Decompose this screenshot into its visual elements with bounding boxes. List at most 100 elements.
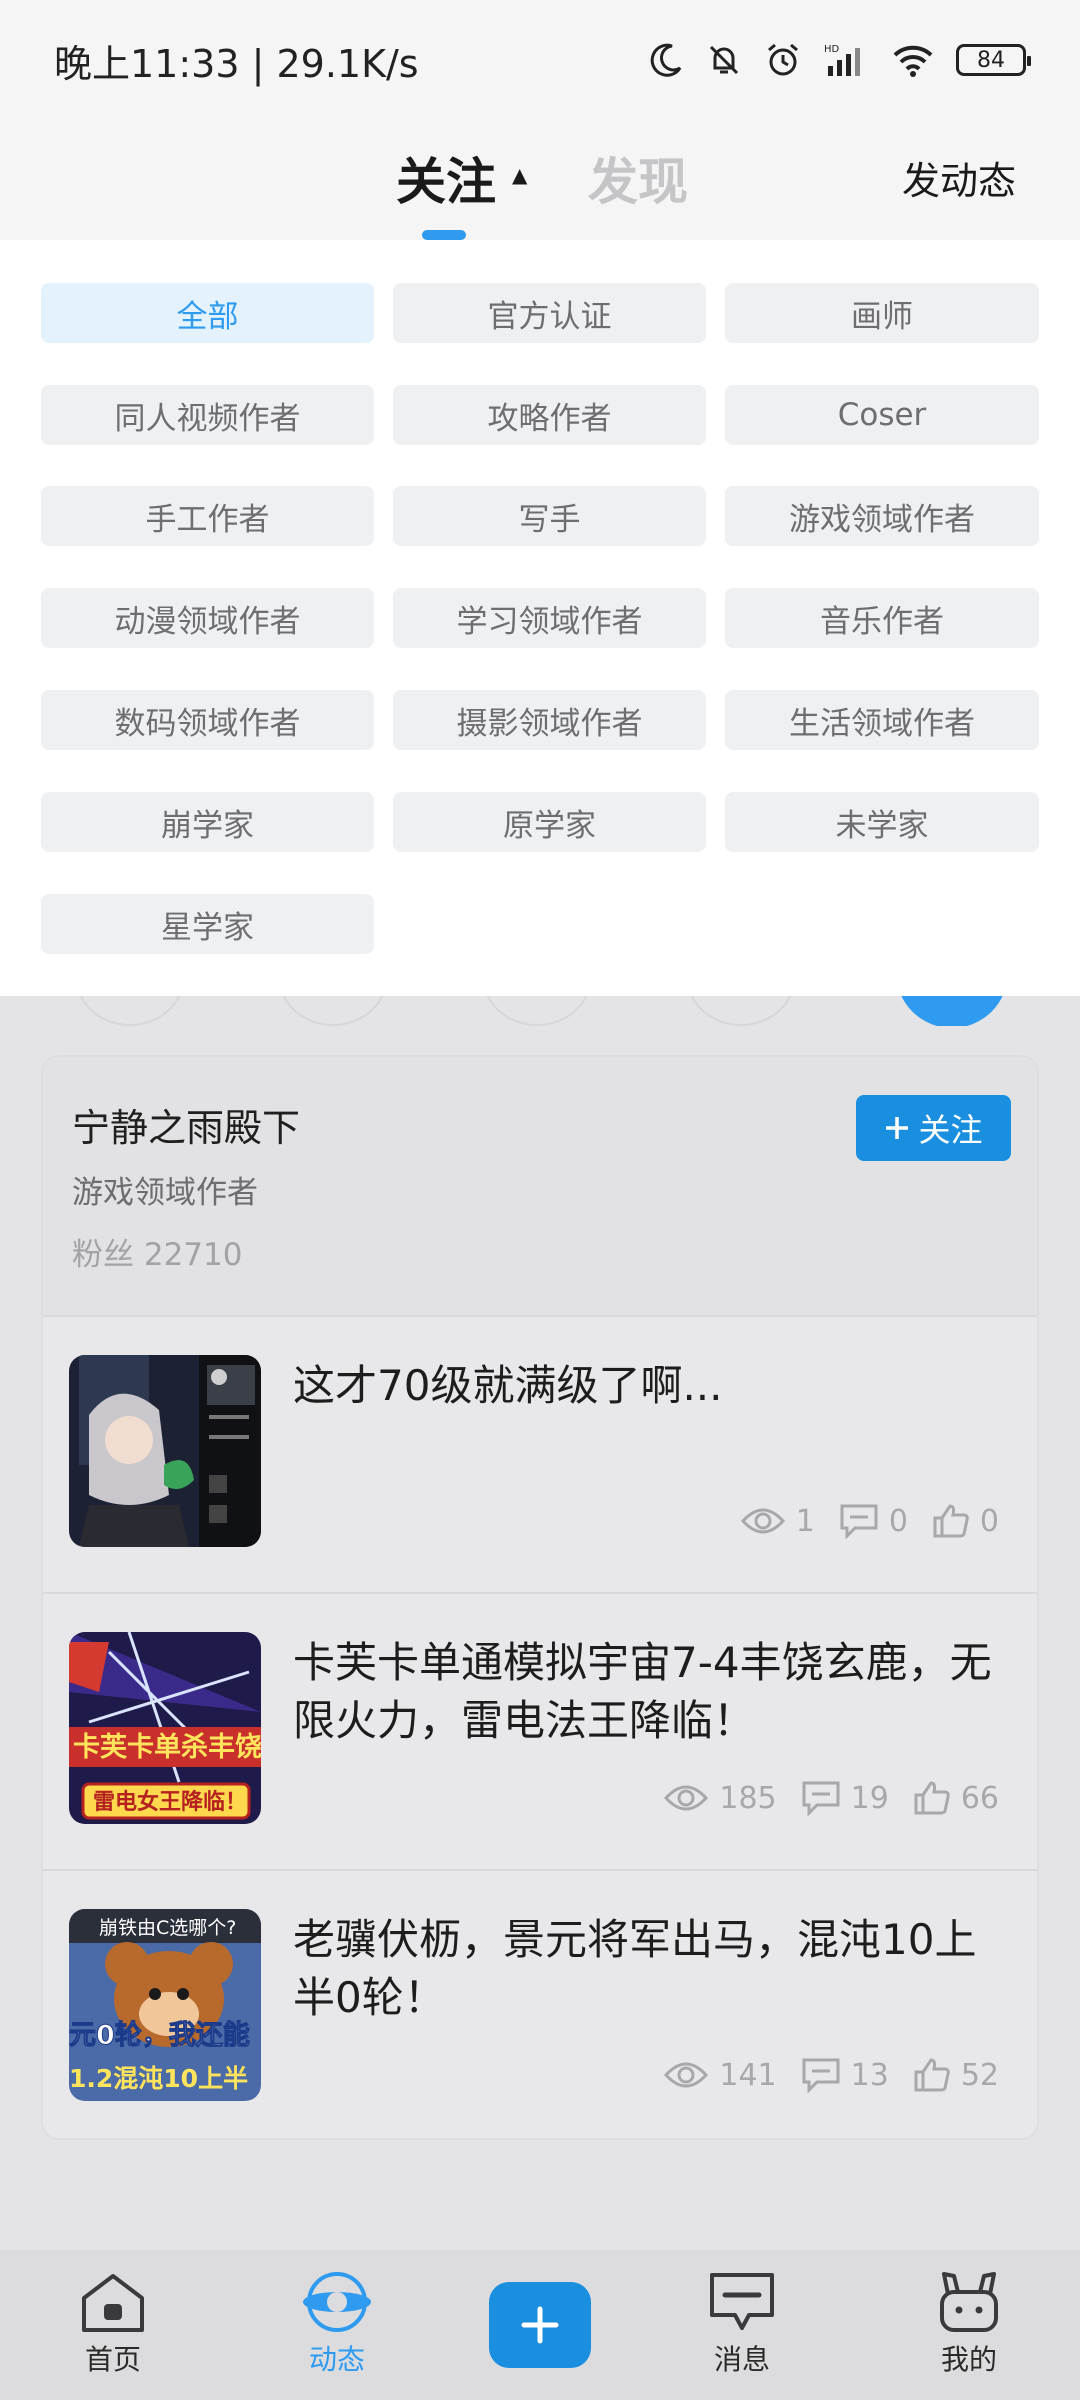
like-count: 66 <box>960 1780 999 1816</box>
filter-chip[interactable]: 同人视频作者 <box>41 385 374 445</box>
like-count: 52 <box>960 2057 999 2093</box>
comment-count: 13 <box>850 2057 889 2093</box>
status-time-speed: 晚上11:33 | 29.1K/s <box>54 41 419 86</box>
nav-feed[interactable]: 动态 <box>267 2270 407 2400</box>
message-icon <box>710 2273 774 2330</box>
plus-icon <box>521 2306 559 2344</box>
nav-mine-label: 我的 <box>940 2343 997 2376</box>
filter-chip[interactable]: 手工作者 <box>41 486 374 546</box>
thumb-caption: 崩铁由C选哪个? <box>99 1917 236 1939</box>
filter-chip[interactable]: 数码领域作者 <box>41 690 374 750</box>
follow-button-label: 关注 <box>918 1111 983 1149</box>
filter-chip[interactable]: 未学家 <box>725 792 1039 852</box>
eye-icon <box>740 1508 785 1534</box>
moon-icon <box>650 43 682 77</box>
avatar[interactable] <box>686 996 796 1026</box>
thumbs-up-icon <box>914 2058 950 2092</box>
alarm-icon <box>768 43 798 76</box>
filter-chip[interactable]: 攻略作者 <box>393 385 706 445</box>
author-tag: 游戏领域作者 <box>72 1175 258 1211</box>
post-thumbnail[interactable] <box>69 1355 261 1547</box>
status-icons: HD 84 <box>648 41 1031 79</box>
author-card: 宁静之雨殿下 游戏领域作者 粉丝 22710 关注 这才70级就满级了啊... … <box>41 1055 1039 2140</box>
author-name[interactable]: 宁静之雨殿下 <box>72 1097 300 1152</box>
filter-chip[interactable]: 崩学家 <box>41 792 374 852</box>
post-title[interactable]: 老骥伏枥，景元将军出马，混沌10上半0轮！ <box>293 1911 1003 2027</box>
filter-chip[interactable]: 游戏领域作者 <box>725 486 1039 546</box>
filter-chip[interactable]: 学习领域作者 <box>393 588 706 648</box>
author-card-header: 宁静之雨殿下 游戏领域作者 粉丝 22710 关注 <box>43 1057 1037 1315</box>
filter-chip[interactable]: 星学家 <box>41 894 374 954</box>
filter-chip[interactable]: 画师 <box>725 283 1039 343</box>
avatar[interactable] <box>482 996 592 1026</box>
comment-count: 19 <box>850 1780 889 1816</box>
signal-icon: HD <box>824 44 860 76</box>
post-title[interactable]: 卡芙卡单通模拟宇宙7-4丰饶玄鹿，无限火力，雷电法王降临！ <box>293 1634 1003 1750</box>
battery-indicator: 84 <box>956 44 1031 76</box>
author-fans: 粉丝 22710 <box>72 1237 243 1273</box>
post-stats: 185 19 66 <box>663 1780 999 1816</box>
view-count: 1 <box>795 1503 815 1539</box>
filter-panel: 全部 官方认证 画师 同人视频作者 攻略作者 Coser 手工作者 写手 游戏领… <box>0 240 1080 996</box>
wifi-icon <box>893 45 933 77</box>
like-count: 0 <box>979 1503 999 1539</box>
filter-chip[interactable]: 写手 <box>393 486 706 546</box>
thumbs-up-icon <box>933 1504 969 1538</box>
active-tab-indicator <box>422 230 466 240</box>
tab-discover[interactable]: 发现 <box>588 142 688 214</box>
filter-chip[interactable]: 动漫领域作者 <box>41 588 374 648</box>
view-count: 185 <box>719 1780 777 1816</box>
post-item[interactable]: 卡芙卡单杀丰饶玄 雷电女王降临！ 卡芙卡单通模拟宇宙7-4丰饶玄鹿，无限火力，雷… <box>43 1592 1037 1869</box>
filter-chip[interactable]: Coser <box>725 385 1039 445</box>
nav-home[interactable]: 首页 <box>43 2270 183 2400</box>
home-icon <box>82 2274 144 2332</box>
filter-chip[interactable]: 生活领域作者 <box>725 690 1039 750</box>
nav-messages-label: 消息 <box>713 2343 770 2376</box>
plus-icon <box>886 1117 909 1139</box>
nav-messages[interactable]: 消息 <box>672 2270 812 2400</box>
post-thumbnail[interactable]: 崩铁由C选哪个? 元0轮，我还能 1.2混沌10上半 <box>69 1909 261 2101</box>
post-title[interactable]: 这才70级就满级了啊... <box>293 1357 1003 1415</box>
avatar[interactable] <box>278 996 388 1026</box>
comment-icon <box>802 1781 840 1816</box>
filter-chip[interactable]: 原学家 <box>393 792 706 852</box>
create-post-button[interactable] <box>489 2282 591 2368</box>
nav-feed-label: 动态 <box>308 2343 365 2376</box>
avatar[interactable] <box>75 996 185 1026</box>
view-count: 141 <box>719 2057 777 2093</box>
comment-icon <box>840 1504 878 1539</box>
eye-icon <box>664 1785 709 1811</box>
post-stats: 141 13 52 <box>663 2057 999 2093</box>
filter-chip[interactable]: 音乐作者 <box>725 588 1039 648</box>
eye-icon <box>664 2062 709 2088</box>
recommended-avatars-row <box>0 996 1080 1026</box>
thumb-caption: 1.2混沌10上半 <box>69 2064 248 2093</box>
comment-count: 0 <box>888 1503 908 1539</box>
filter-chip-all[interactable]: 全部 <box>41 283 374 343</box>
post-thumbnail[interactable]: 卡芙卡单杀丰饶玄 雷电女王降临！ <box>69 1632 261 1824</box>
nav-mine[interactable]: 我的 <box>899 2270 1039 2400</box>
thumb-caption: 雷电女王降临！ <box>93 1789 247 1815</box>
post-dynamic-button[interactable]: 发动态 <box>902 150 1016 205</box>
post-stats: 1 0 0 <box>740 1503 999 1539</box>
selected-avatar-indicator <box>896 996 1008 1026</box>
thumb-caption: 元0轮，我还能 <box>69 2019 250 2051</box>
bell-muted-icon <box>709 45 739 75</box>
nav-home-label: 首页 <box>84 2343 141 2376</box>
bottom-navigation: 首页 动态 消息 我的 <box>0 2250 1080 2400</box>
robot-bunny-icon <box>940 2272 998 2332</box>
svg-text:HD: HD <box>824 44 840 55</box>
tab-follow[interactable]: 关注 ▲ <box>396 142 527 214</box>
follow-button[interactable]: 关注 <box>856 1095 1011 1161</box>
status-bar: 晚上11:33 | 29.1K/s HD 84 <box>0 0 1080 120</box>
comment-icon <box>802 2058 840 2093</box>
post-item[interactable]: 这才70级就满级了啊... 1 0 0 <box>43 1315 1037 1592</box>
filter-chip[interactable]: 官方认证 <box>393 283 706 343</box>
top-header: 关注 ▲ 发现 发动态 <box>0 120 1080 240</box>
feed-planet-icon <box>303 2272 371 2332</box>
tab-follow-label: 关注 <box>396 153 496 211</box>
filter-chip[interactable]: 摄影领域作者 <box>393 690 706 750</box>
caret-up-icon: ▲ <box>512 163 528 187</box>
post-item[interactable]: 崩铁由C选哪个? 元0轮，我还能 1.2混沌10上半 老骥伏枥，景元将军出马，混… <box>43 1869 1037 2138</box>
thumbs-up-icon <box>914 1781 950 1815</box>
